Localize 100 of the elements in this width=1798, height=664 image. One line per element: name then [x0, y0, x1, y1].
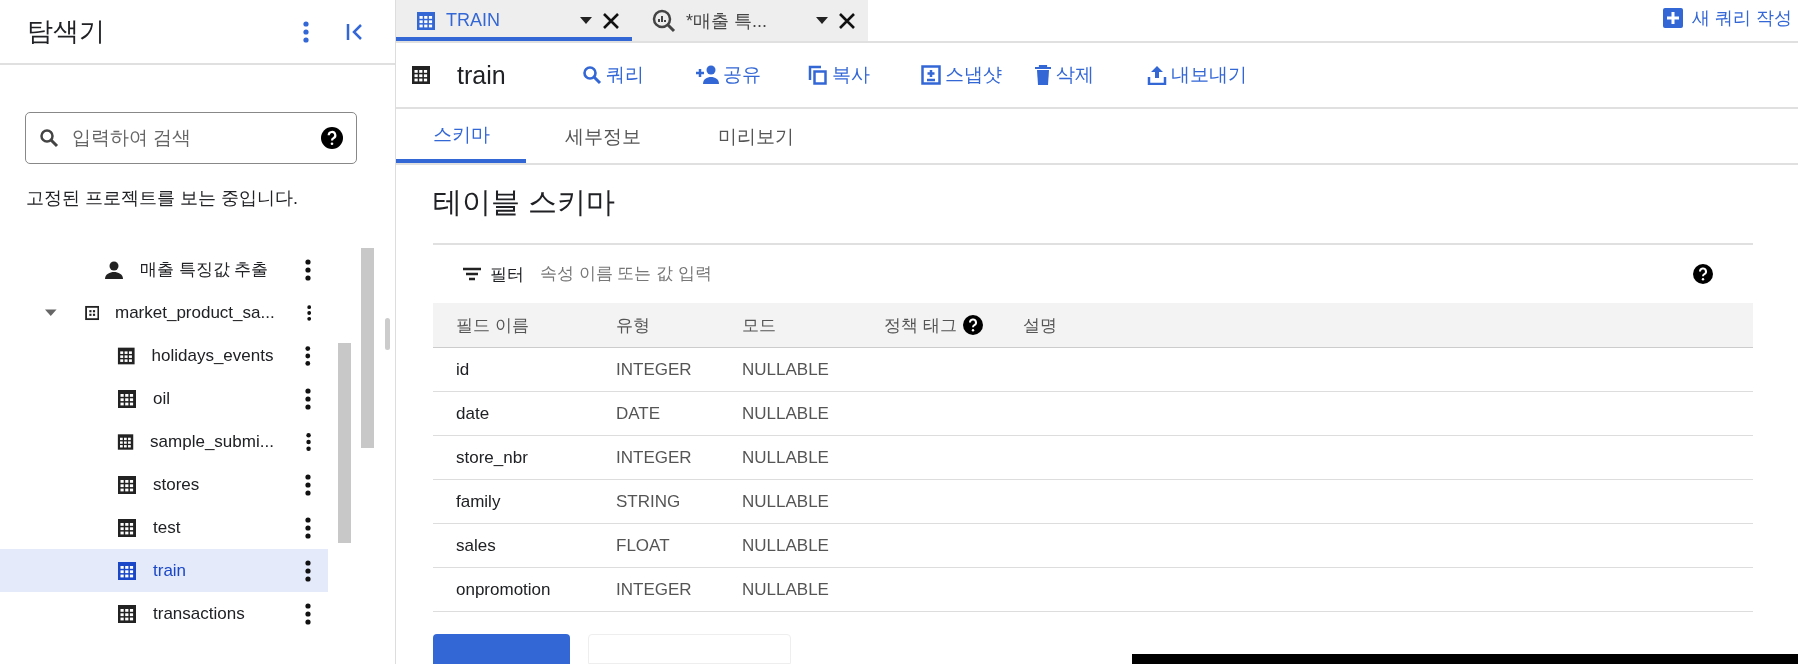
- tree-item[interactable]: test: [0, 506, 328, 549]
- new-query-link[interactable]: 새 쿼리 작성: [1663, 6, 1792, 30]
- table-cell-text: sales: [456, 535, 497, 556]
- table-cell-text: INTEGER: [616, 359, 693, 380]
- tree-item-label: 매출 특징값 추출: [140, 259, 269, 281]
- more-options-icon[interactable]: [305, 559, 311, 582]
- action-button[interactable]: 삭제: [1034, 62, 1115, 88]
- tree-item[interactable]: market_product_sa...: [0, 291, 328, 334]
- tree-item-label: sample_submi...: [150, 431, 274, 452]
- collapse-icon[interactable]: [345, 21, 365, 42]
- table-cell-text: NULLABLE: [742, 403, 830, 424]
- table-icon: [117, 388, 137, 409]
- action-button[interactable]: 복사: [808, 62, 889, 88]
- tree-item-label: holidays_events: [151, 345, 274, 366]
- help-icon[interactable]: [321, 127, 343, 149]
- table-cell-text: NULLABLE: [742, 579, 830, 600]
- section-title: 테이블 스키마: [433, 185, 617, 220]
- column-header: 필드 이름: [456, 314, 530, 337]
- table-cell-text: onpromotion: [456, 579, 552, 600]
- tree-item-label: train: [153, 560, 187, 581]
- close-icon[interactable]: [838, 11, 856, 30]
- more-options-icon[interactable]: [305, 516, 311, 539]
- column-header: 유형: [616, 314, 651, 337]
- search-icon: [582, 65, 602, 85]
- table-icon: [117, 560, 137, 581]
- tree-item-label: transactions: [153, 603, 245, 624]
- table-cell-text: STRING: [616, 491, 682, 512]
- filter-label: 필터: [490, 263, 524, 286]
- search-field[interactable]: 입력하여 검색: [25, 112, 357, 164]
- editor-tab[interactable]: TRAIN: [396, 0, 632, 41]
- tree-item-label: market_product_sa...: [114, 302, 275, 323]
- filter-icon[interactable]: [462, 267, 482, 281]
- tree-item-label: oil: [153, 388, 170, 409]
- tree-item[interactable]: sample_submi...: [0, 420, 328, 463]
- table-cell-text: NULLABLE: [742, 359, 830, 380]
- help-icon[interactable]: [1693, 264, 1713, 284]
- action-button[interactable]: 공유: [695, 62, 776, 88]
- more-options-icon[interactable]: [305, 602, 311, 625]
- tab-label: TRAIN: [446, 10, 500, 31]
- close-icon[interactable]: [602, 11, 620, 30]
- help-icon[interactable]: [962, 315, 983, 335]
- tab-label: *매출 특...: [686, 9, 767, 33]
- table-icon: [117, 345, 136, 366]
- table-icon: [416, 10, 436, 31]
- table-icon: [117, 431, 135, 452]
- tree-item[interactable]: oil: [0, 377, 328, 420]
- table-cell-text: FLOAT: [616, 535, 671, 556]
- tree-item[interactable]: train: [0, 549, 328, 592]
- table-icon: [411, 65, 431, 85]
- table-cell-text: date: [456, 403, 491, 424]
- table-name: train: [457, 60, 507, 90]
- table-cell-text: NULLABLE: [742, 535, 830, 556]
- action-button[interactable]: 쿼리: [582, 62, 663, 88]
- tree-item-label: stores: [153, 474, 200, 495]
- dropdown-icon[interactable]: [816, 17, 828, 24]
- tree-item[interactable]: transactions: [0, 592, 328, 635]
- column-header: 설명: [1022, 314, 1057, 337]
- tree-item-label: test: [153, 517, 181, 538]
- tree-item[interactable]: holidays_events: [0, 334, 328, 377]
- table-cell-text: INTEGER: [616, 579, 693, 600]
- scrollbar[interactable]: [361, 248, 374, 448]
- search-icon: [39, 128, 59, 148]
- copy-icon: [808, 65, 828, 85]
- column-header: 정책 태그: [884, 314, 957, 337]
- table-cell-text: INTEGER: [616, 447, 693, 468]
- table-icon: [117, 517, 137, 538]
- more-options-icon[interactable]: [305, 258, 311, 281]
- more-options-icon[interactable]: [305, 344, 311, 367]
- trash-icon: [1034, 65, 1052, 85]
- person-icon: [104, 259, 124, 280]
- more-options-icon[interactable]: [305, 430, 311, 453]
- add-person-icon: [695, 65, 719, 85]
- column-header: 모드: [742, 314, 777, 337]
- caret-icon[interactable]: [45, 307, 57, 318]
- table-cell-text: NULLABLE: [742, 447, 830, 468]
- view-tab[interactable]: 미리보기: [679, 109, 832, 163]
- view-tab[interactable]: 스키마: [396, 109, 526, 163]
- upload-icon: [1147, 65, 1167, 85]
- query-icon: [652, 8, 676, 33]
- action-button[interactable]: 스냅샷: [921, 62, 1002, 88]
- editor-tab[interactable]: *매출 특...: [632, 0, 868, 41]
- table-cell-text: family: [456, 491, 502, 512]
- table-cell-text: DATE: [616, 403, 662, 424]
- view-tab[interactable]: 세부정보: [526, 109, 679, 163]
- tree-item[interactable]: 매출 특징값 추출: [0, 248, 328, 291]
- add-icon: [1663, 8, 1683, 28]
- table-cell-text: store_nbr: [456, 447, 529, 468]
- scrollbar[interactable]: [338, 343, 351, 543]
- pinned-note: 고정된 프로젝트를 보는 중입니다.: [26, 187, 299, 210]
- table-cell-text: id: [456, 359, 471, 380]
- snapshot-icon: [921, 65, 941, 85]
- more-options-icon[interactable]: [305, 473, 311, 496]
- resize-handle[interactable]: [385, 318, 390, 350]
- panel-title: 탐색기: [27, 15, 105, 48]
- action-button[interactable]: 내보내기: [1147, 62, 1247, 88]
- dropdown-icon[interactable]: [580, 17, 592, 24]
- table-icon: [117, 603, 137, 624]
- more-options-icon[interactable]: [305, 387, 311, 410]
- tree-item[interactable]: stores: [0, 463, 328, 506]
- table-icon: [117, 474, 137, 495]
